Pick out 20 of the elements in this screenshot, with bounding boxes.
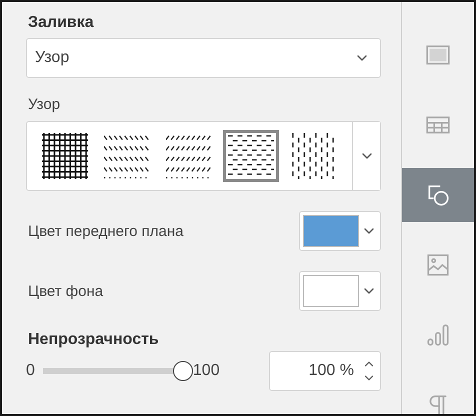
- background-color-button[interactable]: [299, 271, 381, 311]
- pattern-swatch-icon: [42, 133, 88, 179]
- slider-min-label: 0: [26, 362, 35, 380]
- section-title: Заливка: [28, 14, 95, 32]
- pattern-option[interactable]: [223, 130, 279, 182]
- pattern-swatch-icon: [166, 133, 212, 179]
- pattern-label: Узор: [28, 96, 62, 113]
- pattern-swatch-icon: [290, 133, 336, 179]
- foreground-color-label: Цвет переднего плана: [28, 222, 184, 240]
- foreground-color-button[interactable]: [299, 211, 381, 251]
- sidebar-tab[interactable]: [402, 168, 474, 222]
- background-color-label: Цвет фона: [28, 282, 104, 300]
- opacity-title: Непрозрачность: [28, 331, 160, 349]
- opacity-spinner[interactable]: 100 %: [269, 351, 381, 391]
- slider-thumb[interactable]: [172, 361, 193, 381]
- image-icon: [425, 252, 451, 278]
- chart-icon: [425, 322, 451, 348]
- fill-type-select[interactable]: Узор: [26, 38, 381, 78]
- slider-max-label: 100: [192, 362, 220, 380]
- pattern-swatch-icon: [104, 133, 150, 179]
